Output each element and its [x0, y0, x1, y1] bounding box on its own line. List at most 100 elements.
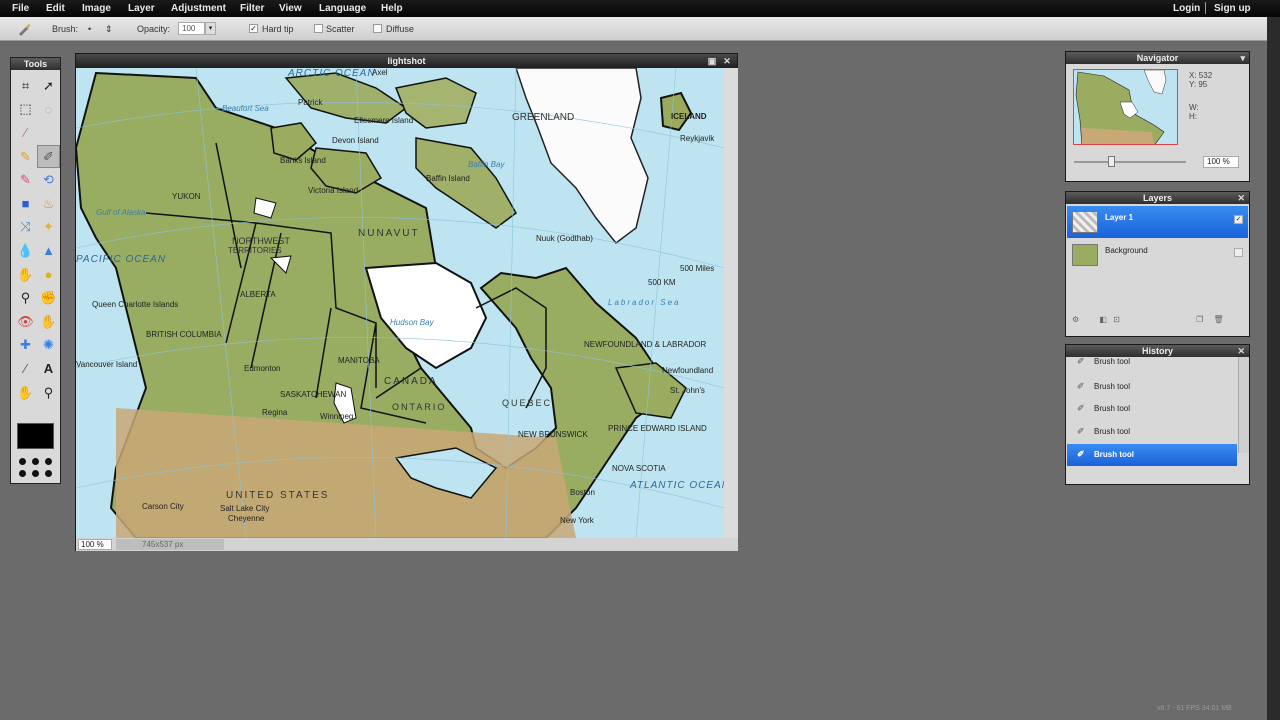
menu-file[interactable]: File: [12, 3, 29, 14]
navigator-zoom-input[interactable]: 100 %: [1203, 156, 1239, 168]
crop-icon[interactable]: ⌗: [14, 74, 37, 98]
map-label: Devon Island: [332, 136, 379, 145]
close-icon[interactable]: ✕: [722, 56, 732, 66]
redeye-icon[interactable]: 👁: [14, 310, 37, 334]
visibility-checkbox[interactable]: [1234, 248, 1243, 257]
fill-icon[interactable]: ■: [14, 192, 37, 216]
hard-tip-checkbox[interactable]: ✓: [249, 24, 258, 33]
menu-filter[interactable]: Filter: [240, 3, 264, 14]
menu-language[interactable]: Language: [319, 3, 366, 14]
menu-adjustment[interactable]: Adjustment: [171, 3, 226, 14]
image-zoom-value: 100: [81, 540, 95, 549]
zoom-icon[interactable]: ⚲: [37, 381, 60, 405]
menu-image[interactable]: Image: [82, 3, 111, 14]
brush-size-dot-icon[interactable]: •: [88, 24, 91, 34]
map-label: NEW BRUNSWICK: [518, 430, 588, 439]
map-label: ONTARIO: [392, 402, 447, 412]
map-label: Regina: [262, 408, 288, 417]
navigator-thumbnail[interactable]: [1073, 69, 1178, 145]
layers-title: Layers: [1142, 193, 1173, 203]
layer-group-icon[interactable]: ⊡: [1113, 315, 1120, 324]
login-link[interactable]: Login: [1173, 3, 1200, 14]
version-info: v8.7 - 61 FPS 34.01 MB: [1157, 705, 1232, 712]
clone-icon[interactable]: ⤨: [14, 216, 37, 240]
text-icon[interactable]: A: [37, 357, 60, 381]
image-status-bar: 100 % 745x537 px: [76, 538, 738, 551]
brush-label: Brush:: [52, 24, 79, 34]
smudge-icon[interactable]: ✋: [14, 263, 37, 287]
pencil-icon[interactable]: ✎: [14, 145, 37, 169]
gradient-icon[interactable]: ♨: [37, 192, 60, 216]
color-options[interactable]: [17, 456, 57, 480]
burn-icon[interactable]: ✊: [37, 286, 60, 310]
layer-row-background[interactable]: Background: [1067, 239, 1248, 271]
marquee-icon[interactable]: ⬚: [14, 98, 37, 122]
map-label: Axel: [372, 68, 388, 77]
menu-layer[interactable]: Layer: [128, 3, 155, 14]
menu-view[interactable]: View: [279, 3, 302, 14]
maximize-icon[interactable]: ▣: [707, 56, 717, 66]
picker-icon[interactable]: ⁄: [14, 357, 37, 381]
menu-edit[interactable]: Edit: [46, 3, 65, 14]
map-label: PACIFIC OCEAN: [76, 254, 167, 265]
diffuse-checkbox[interactable]: [373, 24, 382, 33]
wand-icon[interactable]: ⁄: [14, 121, 37, 145]
dodge-icon[interactable]: ⚲: [14, 286, 37, 310]
navigator-zoom-track[interactable]: [1074, 161, 1186, 163]
y-label: Y:: [1189, 80, 1197, 89]
spherize-icon[interactable]: ✺: [37, 334, 60, 358]
pinch-icon[interactable]: ✚: [14, 334, 37, 358]
map-label: Nuuk (Godthab): [536, 234, 593, 243]
replace-color-icon[interactable]: ⟲: [37, 168, 60, 192]
signup-link[interactable]: Sign up: [1214, 3, 1251, 14]
map-label: TERRITORIES: [228, 246, 282, 255]
brush-tool-icon[interactable]: ✐: [37, 144, 60, 169]
image-zoom-input[interactable]: 100 %: [78, 539, 112, 550]
color-replace-icon[interactable]: ✦: [37, 216, 60, 240]
map-label: CANADA: [384, 376, 438, 387]
lasso-icon[interactable]: ◌: [37, 98, 60, 122]
history-item[interactable]: ✐ Brush tool: [1067, 356, 1237, 370]
history-item[interactable]: ✐ Brush tool: [1067, 376, 1237, 398]
sharpen-icon[interactable]: ▲: [37, 239, 60, 263]
bloat-icon[interactable]: ✋: [37, 310, 60, 334]
map-label: UNITED STATES: [226, 490, 330, 501]
history-item-selected[interactable]: ✐ Brush tool: [1067, 444, 1237, 466]
map-label: Newfoundland: [662, 366, 714, 375]
hand-icon[interactable]: ✋: [14, 381, 37, 405]
history-scrollbar[interactable]: [1238, 357, 1249, 453]
close-icon[interactable]: ✕: [1237, 345, 1245, 357]
layer-settings-icon[interactable]: ⚙: [1072, 315, 1079, 324]
layer-row-layer-1[interactable]: Layer 1 ✓: [1067, 206, 1248, 238]
opacity-dropdown-icon[interactable]: ▾: [205, 22, 216, 35]
scatter-checkbox[interactable]: [314, 24, 323, 33]
brush-dropdown-icon[interactable]: ⇕: [105, 24, 113, 35]
dot-icon: [19, 470, 26, 477]
map-label: ARCTIC OCEAN: [288, 68, 376, 79]
map-label: Gulf of Alaska: [96, 208, 146, 217]
layer-name: Layer 1: [1105, 213, 1134, 222]
map-canvas[interactable]: ARCTIC OCEAN Axel Patrick Ellesmere Isla…: [76, 68, 724, 538]
close-icon[interactable]: ✕: [1237, 192, 1245, 204]
history-item[interactable]: ✐ Brush tool: [1067, 398, 1237, 420]
image-window: lightshot ▣ ✕ ARCTIC OCEAN Axel Patrick …: [75, 53, 738, 551]
image-vertical-scrollbar[interactable]: [724, 68, 738, 538]
map-label: YUKON: [172, 192, 201, 201]
primary-color-swatch[interactable]: [17, 423, 54, 449]
navigator-zoom-handle[interactable]: [1108, 156, 1115, 167]
history-item[interactable]: ✐ Brush tool: [1067, 421, 1237, 443]
menu-help[interactable]: Help: [381, 3, 403, 14]
sponge-icon[interactable]: ●: [37, 263, 60, 287]
map-label: BRITISH COLUMBIA: [146, 330, 222, 339]
drop-icon[interactable]: 💧: [14, 239, 37, 263]
visibility-checkbox[interactable]: ✓: [1234, 215, 1243, 224]
delete-layer-icon[interactable]: 🗑: [1214, 315, 1224, 324]
new-layer-icon[interactable]: ❐: [1196, 315, 1203, 324]
eraser-icon[interactable]: ✎: [14, 168, 37, 192]
opacity-input[interactable]: 100: [178, 22, 205, 35]
map-label: NOVA SCOTIA: [612, 464, 666, 473]
image-window-titlebar[interactable]: lightshot ▣ ✕: [76, 54, 737, 68]
layer-mask-icon[interactable]: ◧: [1099, 315, 1107, 324]
collapse-icon[interactable]: ▾: [1240, 52, 1245, 64]
move-icon[interactable]: ➚: [37, 74, 60, 98]
